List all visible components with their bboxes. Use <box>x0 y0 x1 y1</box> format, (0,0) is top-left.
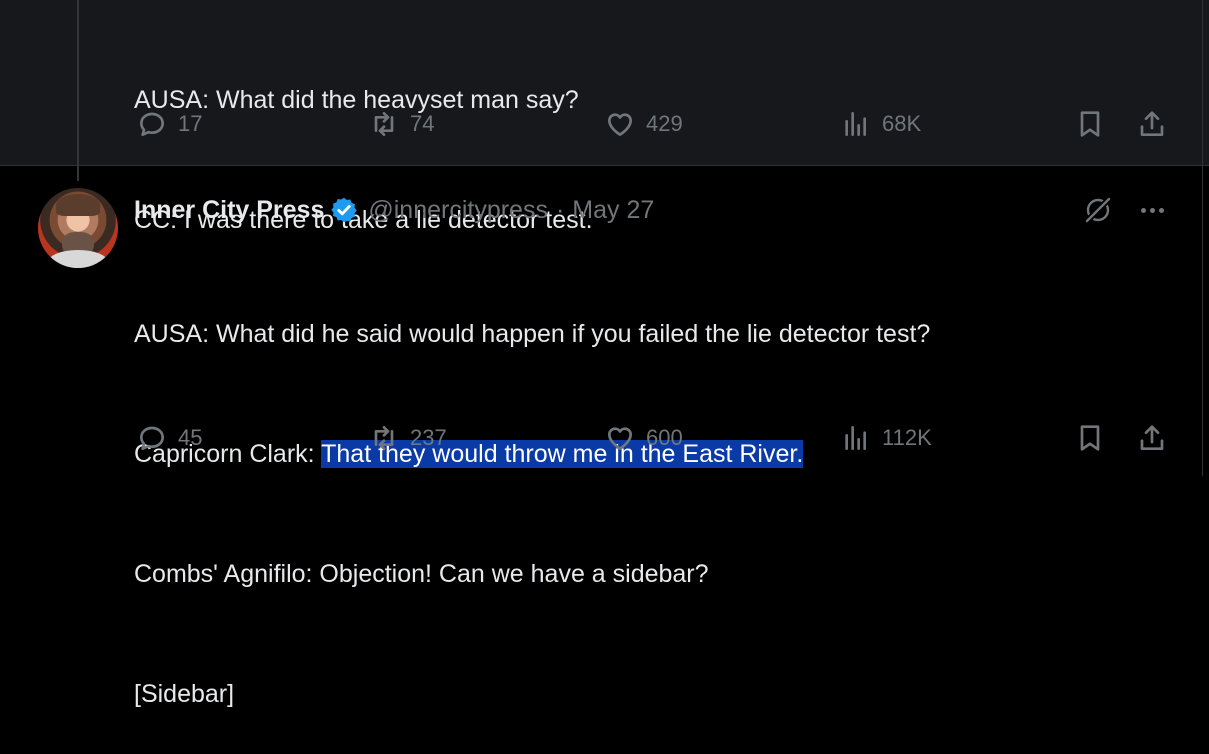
author-name[interactable]: Inner City Press <box>134 196 324 225</box>
share-button[interactable] <box>1136 418 1168 458</box>
share-icon <box>1140 111 1164 136</box>
like-count: 600 <box>646 425 683 450</box>
share-button[interactable] <box>1136 104 1168 144</box>
bookmark-icon <box>1080 425 1100 451</box>
author-handle[interactable]: @innercitypress <box>368 196 548 225</box>
reply-count: 45 <box>178 425 203 450</box>
tweet-text-line: AUSA: What did he said would happen if y… <box>134 320 931 348</box>
reply-button[interactable]: 45 <box>136 418 202 458</box>
tweet-text-line: Combs' Agnifilo: Objection! Can we have … <box>134 560 709 588</box>
repost-button[interactable]: 237 <box>368 418 447 458</box>
previous-tweet-actions: 17 74 429 68K <box>0 104 1209 144</box>
repost-count: 74 <box>410 111 435 136</box>
like-icon <box>608 113 632 136</box>
more-icon[interactable] <box>1136 194 1168 226</box>
views-icon <box>845 112 866 136</box>
reply-button[interactable]: 17 <box>136 104 202 144</box>
thread-line <box>77 0 79 181</box>
tweet-text-line: [Sidebar] <box>134 680 235 708</box>
views-button[interactable]: 112K <box>840 418 932 458</box>
reply-icon <box>140 426 164 450</box>
like-button[interactable]: 600 <box>604 418 683 458</box>
tweet-date[interactable]: May 27 <box>572 196 654 225</box>
repost-button[interactable]: 74 <box>368 104 434 144</box>
repost-icon <box>374 426 394 450</box>
tweet-text: AUSA: What did he said would happen if y… <box>134 234 930 754</box>
like-button[interactable]: 429 <box>604 104 683 144</box>
timeline-border <box>1202 0 1203 476</box>
tweet-header: Inner City Press @innercitypress · May 2… <box>134 190 654 230</box>
reply-icon <box>140 112 164 136</box>
avatar[interactable] <box>38 188 118 268</box>
bookmark-icon <box>1080 111 1100 137</box>
separator-dot: · <box>555 195 565 224</box>
tweet-actions: 45 237 600 112K <box>0 418 1209 458</box>
views-button[interactable]: 68K <box>840 104 921 144</box>
share-icon <box>1140 425 1164 450</box>
like-icon <box>608 427 632 450</box>
bookmark-button[interactable] <box>1074 104 1106 144</box>
like-count: 429 <box>646 111 683 136</box>
verified-badge-icon <box>331 197 358 223</box>
views-count: 112K <box>882 425 932 450</box>
views-icon <box>845 426 866 450</box>
bookmark-button[interactable] <box>1074 418 1106 458</box>
grok-icon[interactable] <box>1080 192 1116 228</box>
reply-count: 17 <box>178 111 203 136</box>
repost-count: 237 <box>410 425 447 450</box>
repost-icon <box>374 112 394 136</box>
views-count: 68K <box>882 111 922 136</box>
